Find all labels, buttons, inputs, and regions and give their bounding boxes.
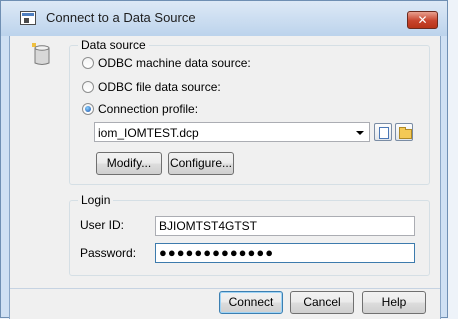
window-title: Connect to a Data Source: [46, 10, 196, 25]
login-group-label: Login: [78, 193, 114, 207]
password-label: Password:: [80, 246, 137, 260]
dropdown-arrow-icon[interactable]: [356, 131, 364, 135]
dialog-body: Data source ODBC machine data source: OD…: [9, 36, 441, 319]
title-bar[interactable]: Connect to a Data Source ✕: [1, 1, 447, 36]
radio-button-checked[interactable]: [82, 103, 94, 115]
radio-button[interactable]: [82, 81, 94, 93]
new-document-icon: [379, 127, 389, 139]
help-button[interactable]: Help: [362, 291, 426, 314]
user-id-input[interactable]: BJIOMTST4GTST: [155, 216, 415, 236]
data-source-group-label: Data source: [78, 38, 149, 52]
connect-button[interactable]: Connect: [219, 291, 283, 314]
radio-button[interactable]: [82, 57, 94, 69]
connection-profile-dropdown[interactable]: iom_IOMTEST.dcp: [94, 122, 370, 142]
radio-label[interactable]: Connection profile:: [98, 102, 198, 116]
dialog-window: Connect to a Data Source ✕ Data source O…: [0, 0, 448, 319]
app-icon: [20, 11, 36, 25]
login-group: Login: [69, 193, 430, 276]
folder-icon: [399, 127, 412, 139]
database-icon: [32, 43, 50, 65]
configure-button[interactable]: Configure...: [168, 152, 234, 175]
password-input[interactable]: ●●●●●●●●●●●●●: [155, 243, 415, 263]
user-id-label: User ID:: [80, 218, 125, 232]
close-button[interactable]: ✕: [407, 11, 438, 29]
browse-profile-button[interactable]: [395, 123, 413, 141]
cancel-button[interactable]: Cancel: [290, 291, 354, 314]
divider: [10, 288, 440, 289]
new-profile-button[interactable]: [374, 123, 392, 141]
modify-button[interactable]: Modify...: [96, 152, 162, 175]
radio-label[interactable]: ODBC file data source:: [98, 80, 221, 94]
dropdown-value: iom_IOMTEST.dcp: [98, 126, 199, 140]
radio-label[interactable]: ODBC machine data source:: [98, 56, 251, 70]
